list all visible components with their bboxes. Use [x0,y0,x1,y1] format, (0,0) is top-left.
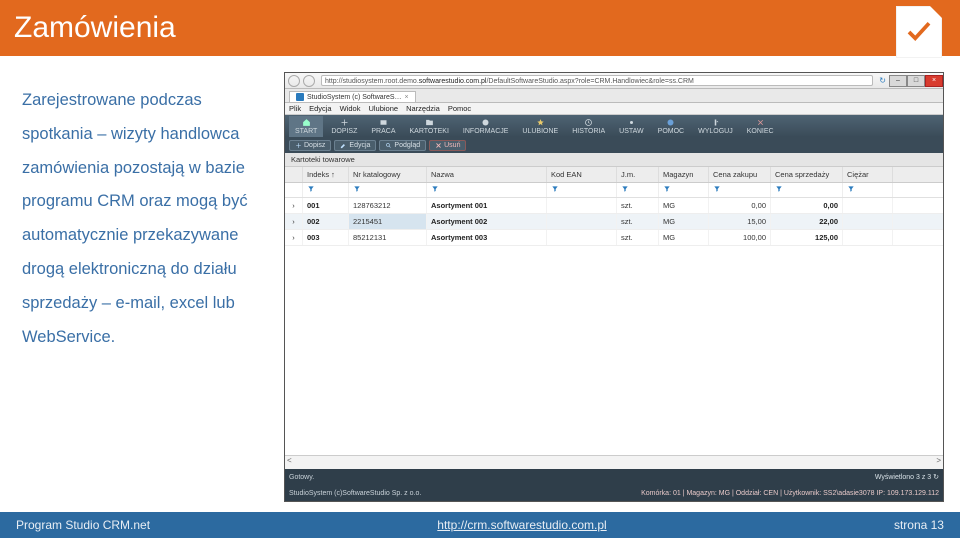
url-host: softwarestudio.com.pl [419,78,487,85]
status-count: Wyświetlono 3 z 3 ↻ [875,473,939,481]
col-jm[interactable]: J.m. [617,167,659,182]
filter-kat[interactable] [349,183,427,197]
toolbar-delete[interactable]: Usuń [429,140,466,151]
status-vendor: StudioSystem (c)SoftwareStudio Sp. z o.o… [289,490,421,497]
col-magazyn[interactable]: Magazyn [659,167,709,182]
ribbon-ustaw[interactable]: USTAW [613,116,650,137]
col-ciezar[interactable]: Ciężar [843,167,893,182]
table-row[interactable]: › 003 85212131 Asortyment 003 szt. MG 10… [285,230,943,246]
tab-strip: StudioSystem (c) SoftwareS… × [285,89,943,103]
footer-link[interactable]: http://crm.softwarestudio.com.pl [437,518,606,532]
filter-ean[interactable] [547,183,617,197]
tab-close-icon[interactable]: × [405,94,409,101]
grid-header: Indeks ↑ Nr katalogowy Nazwa Kod EAN J.m… [285,167,943,183]
toolbar-view[interactable]: Podgląd [379,140,426,151]
filter-indeks[interactable] [303,183,349,197]
grid-scrollbar[interactable] [285,455,943,469]
plus-icon [295,142,302,149]
filter-icon [353,185,361,193]
filter-icon [775,185,783,193]
menu-narzedzia[interactable]: Narzędzia [406,104,440,113]
tab-favicon [296,93,304,101]
sort-asc-icon: ↑ [331,170,335,179]
filter-jm[interactable] [617,183,659,197]
col-cena-zakupu[interactable]: Cena zakupu [709,167,771,182]
col-nr-katalogowy[interactable]: Nr katalogowy [349,167,427,182]
filter-cs[interactable] [771,183,843,197]
ribbon-pomoc[interactable]: POMOC [652,116,690,137]
menu-ulubione[interactable]: Ulubione [368,104,398,113]
minimize-button[interactable]: – [889,75,907,87]
slide-footer: Program Studio CRM.net http://crm.softwa… [0,512,960,538]
menu-plik[interactable]: Plik [289,104,301,113]
toolbar-edit[interactable]: Edycja [334,140,376,151]
filter-nazwa[interactable] [427,183,547,197]
app-screenshot: http://studiosystem.root.demo.softwarest… [284,72,944,502]
x-icon [435,142,442,149]
url-suffix: /DefaultSoftwareStudio.aspx?role=CRM.Han… [486,78,693,85]
close-button[interactable]: × [925,75,943,87]
address-bar[interactable]: http://studiosystem.root.demo.softwarest… [321,75,873,86]
table-row[interactable]: › 001 128763212 Asortyment 001 szt. MG 0… [285,198,943,214]
url-prefix: http://studiosystem.root.demo. [325,78,419,85]
filter-icon [551,185,559,193]
forward-button[interactable] [303,75,315,87]
filter-cz[interactable] [709,183,771,197]
window-controls: – □ × [889,75,943,87]
filter-icon [663,185,671,193]
col-kod-ean[interactable]: Kod EAN [547,167,617,182]
grid-filter-row [285,183,943,198]
refresh-icon[interactable]: ↻ [879,76,886,85]
grid-rows: › 001 128763212 Asortyment 001 szt. MG 0… [285,198,943,455]
app-menu: Plik Edycja Widok Ulubione Narzędzia Pom… [285,103,943,115]
menu-edycja[interactable]: Edycja [309,104,332,113]
ribbon-kartoteki[interactable]: KARTOTEKI [404,116,455,137]
footer-program: Program Studio CRM.net [16,518,150,532]
status-bar-top: Gotowy. Wyświetlono 3 z 3 ↻ [285,469,943,485]
filter-icon [621,185,629,193]
slide-body-text: Zarejestrowane podczas spotkania – wizyt… [0,56,280,512]
maximize-button[interactable]: □ [907,75,925,87]
ribbon-ulubione[interactable]: ULUBIONE [516,116,564,137]
checkmark-badge [896,6,942,58]
ribbon-koniec[interactable]: KONIEC [741,116,780,137]
col-cena-sprzedazy[interactable]: Cena sprzedaży [771,167,843,182]
ribbon: START DOPISZ PRACA KARTOTEKI INFORMACJE … [285,115,943,137]
slide-title: Zamówienia [14,11,176,45]
data-grid: Indeks ↑ Nr katalogowy Nazwa Kod EAN J.m… [285,167,943,469]
refresh-icon[interactable]: ↻ [933,474,939,481]
menu-widok[interactable]: Widok [340,104,361,113]
filter-icon [847,185,855,193]
toolbar-add[interactable]: Dopisz [289,140,331,151]
table-row[interactable]: › 002 2215451 Asortyment 002 szt. MG 15,… [285,214,943,230]
status-ready: Gotowy. [289,474,314,481]
menu-pomoc[interactable]: Pomoc [448,104,471,113]
ribbon-start[interactable]: START [289,116,323,137]
filter-icon [431,185,439,193]
col-nazwa[interactable]: Nazwa [427,167,547,182]
section-heading: Kartoteki towarowe [285,153,943,167]
check-icon [904,17,934,47]
slide-title-bar: Zamówienia [0,0,960,56]
filter-ci[interactable] [843,183,893,197]
pencil-icon [340,142,347,149]
ribbon-informacje[interactable]: INFORMACJE [457,116,515,137]
ribbon-dopisz[interactable]: DOPISZ [325,116,363,137]
back-button[interactable] [288,75,300,87]
browser-chrome: http://studiosystem.root.demo.softwarest… [285,73,943,89]
filter-icon [307,185,315,193]
tab-label: StudioSystem (c) SoftwareS… [307,94,402,101]
ribbon-wyloguj[interactable]: WYLOGUJ [692,116,739,137]
ribbon-historia[interactable]: HISTORIA [566,116,611,137]
ribbon-praca[interactable]: PRACA [365,116,401,137]
search-icon [385,142,392,149]
browser-tab[interactable]: StudioSystem (c) SoftwareS… × [289,91,416,102]
toolbar: Dopisz Edycja Podgląd Usuń [285,137,943,153]
col-indeks[interactable]: Indeks ↑ [303,167,349,182]
status-bar-bottom: StudioSystem (c)SoftwareStudio Sp. z o.o… [285,485,943,501]
footer-page: strona 13 [894,518,944,532]
filter-icon [713,185,721,193]
filter-mag[interactable] [659,183,709,197]
status-context: Komórka: 01 | Magazyn: MG | Oddział: CEN… [641,490,939,497]
